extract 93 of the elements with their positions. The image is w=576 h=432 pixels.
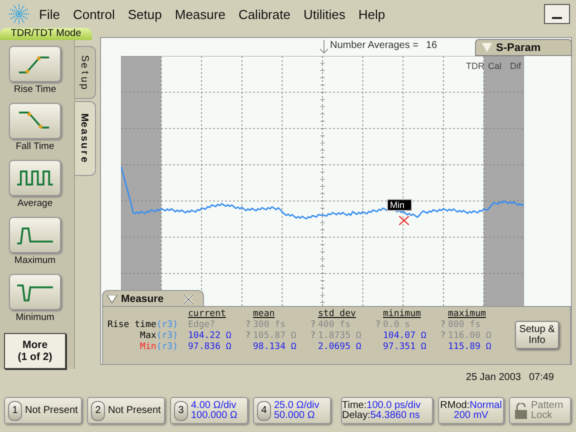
setting-label: Delay: xyxy=(342,410,370,420)
averages-label: Number Averages = xyxy=(330,40,418,51)
channel-number: 1 xyxy=(8,400,22,420)
setting-value: Normal xyxy=(470,400,502,410)
setting-label: Time: xyxy=(342,400,367,410)
uncertain-mark: ? xyxy=(309,320,317,331)
channel-setting: 25.0 Ω/div xyxy=(274,400,320,410)
panel-title: Measure xyxy=(121,293,164,305)
channel-setting: 100.000 Ω xyxy=(191,410,238,420)
table-cell: 97.836 Ω xyxy=(188,342,232,353)
column-header: std dev xyxy=(317,309,356,320)
padlock-icon xyxy=(514,402,528,418)
minimize-button[interactable] xyxy=(544,4,570,24)
column-header: maximum xyxy=(447,309,486,320)
measure-button[interactable] xyxy=(9,160,61,196)
measure-label: Fall Time xyxy=(16,140,54,154)
down-arrow-icon xyxy=(320,40,328,54)
averages-value: 16 xyxy=(426,40,438,51)
table-cell: 104.07 Ω xyxy=(383,331,426,342)
time-text: 07:49 xyxy=(528,372,554,382)
cross-marker-icon xyxy=(399,216,409,225)
row-label: Rise time(r3) xyxy=(108,320,178,331)
measure-button[interactable] xyxy=(9,274,61,310)
measure-label: Average xyxy=(17,197,53,211)
uncertain-mark: ? xyxy=(439,320,447,331)
channel-setting: Not Present xyxy=(108,406,161,416)
rmod-button[interactable]: RMod:Normal 200 mV xyxy=(438,397,504,424)
uncertain-mark: ? xyxy=(374,320,382,331)
table-cell: 105.87 Ω xyxy=(253,331,296,342)
overlay-label: Cal xyxy=(488,61,502,71)
channel-number: 2 xyxy=(91,400,105,420)
s-param-tab[interactable]: S-Param xyxy=(475,39,572,56)
overlay-label: TDR xyxy=(466,61,484,71)
setting-value: 200 mV xyxy=(454,410,488,420)
menu-item[interactable]: Measure xyxy=(174,6,226,22)
table-cell: 115.89 Ω xyxy=(448,342,492,353)
uncertain-mark: ? xyxy=(244,331,252,342)
menu-item[interactable]: Utilities xyxy=(303,6,346,22)
side-tab[interactable]: Measure xyxy=(75,101,96,176)
logo-icon xyxy=(8,3,30,25)
channel-setting: 4.00 Ω/div xyxy=(191,400,236,410)
close-icon[interactable] xyxy=(184,294,193,304)
mode-label: TDR/TDT Mode xyxy=(0,28,92,40)
setting-label: RMod: xyxy=(440,400,470,410)
column-header: mean xyxy=(252,309,275,320)
row-label: Min(r3) xyxy=(140,342,178,353)
side-tab[interactable]: Setup xyxy=(75,46,96,99)
menu-item[interactable]: Setup xyxy=(128,6,162,22)
table-cell: 98.134 Ω xyxy=(253,342,296,353)
overlay-label: Dif xyxy=(510,61,521,71)
column-header: minimum xyxy=(382,309,421,320)
marker-label: Min xyxy=(387,199,412,211)
channel-setting: Not Present xyxy=(25,406,78,416)
row-label: Max(r3) xyxy=(140,331,178,342)
menu-item[interactable]: Control xyxy=(72,6,115,22)
table-cell: 2.0695 Ω xyxy=(318,342,362,353)
table-cell: 104.22 Ω xyxy=(188,331,232,342)
timebase-button[interactable]: Time:100.0 ps/div Delay:54.3860 ns xyxy=(341,397,433,424)
channel-button[interactable]: 2 Not Present xyxy=(87,397,165,424)
table-cell: 300 fs xyxy=(253,320,286,331)
measure-button[interactable] xyxy=(9,46,61,82)
measure-button[interactable] xyxy=(9,217,61,253)
channel-setting: 50.000 Ω xyxy=(274,410,315,420)
uncertain-mark: ? xyxy=(244,320,252,331)
channel-button[interactable]: 1 Not Present xyxy=(4,397,82,424)
measure-tab[interactable]: Measure xyxy=(102,290,204,306)
table-cell: 800 fs xyxy=(448,320,481,331)
measure-label: Minimum xyxy=(16,311,54,325)
channel-number: 3 xyxy=(174,400,188,420)
minimize-icon xyxy=(552,15,562,19)
table-cell: Edge? xyxy=(188,320,216,331)
menu-item[interactable]: Help xyxy=(358,6,386,22)
triangle-icon xyxy=(107,295,117,303)
table-cell: 0.0 s xyxy=(383,320,410,331)
measure-button[interactable] xyxy=(9,103,61,139)
table-cell: 1.8735 Ω xyxy=(318,331,362,342)
column-header: current xyxy=(187,309,226,320)
table-cell: 400 fs xyxy=(318,320,351,331)
date-text: 25 Jan 2003 xyxy=(466,372,521,382)
triangle-icon xyxy=(482,43,492,52)
measure-label: Rise Time xyxy=(14,83,56,97)
setting-value: 100.0 ps/div xyxy=(366,400,421,410)
uncertain-mark: ? xyxy=(439,331,447,342)
setup-info-button[interactable]: Setup & Info xyxy=(515,321,559,349)
uncertain-mark: ? xyxy=(309,331,317,342)
setting-value: 54.3860 ns xyxy=(370,410,420,420)
menu-item[interactable]: File xyxy=(39,6,60,22)
more-button[interactable]: More (1 of 2) xyxy=(4,333,66,369)
channel-number: 4 xyxy=(257,400,271,420)
table-cell: 97.351 Ω xyxy=(383,342,426,353)
table-cell: 116.00 Ω xyxy=(448,331,492,342)
measure-label: Maximum xyxy=(14,254,56,268)
menu-item[interactable]: Calibrate xyxy=(238,6,290,22)
